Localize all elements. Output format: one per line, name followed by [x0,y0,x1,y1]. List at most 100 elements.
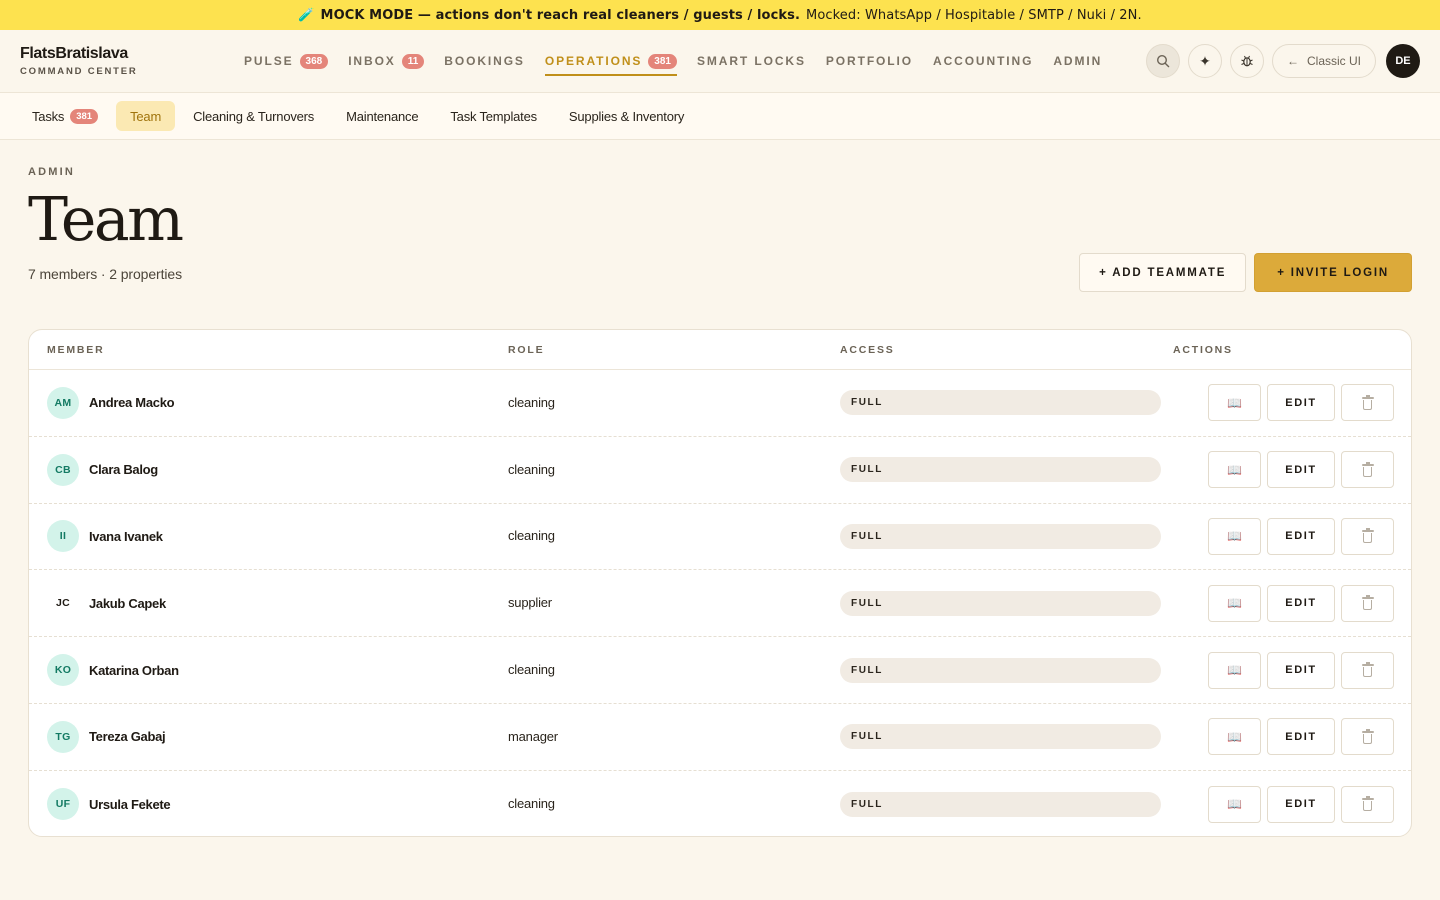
member-name[interactable]: Katarina Orban [89,663,179,678]
book-icon: 📖 [1227,462,1242,477]
guide-button[interactable]: 📖 [1208,384,1261,422]
edit-button[interactable]: EDIT [1267,718,1335,756]
member-name[interactable]: Jakub Capek [89,596,166,611]
bug-report-button[interactable] [1229,44,1264,78]
nav-item-operations[interactable]: OPERATIONS 381 [535,30,687,92]
nav-count-badge: 368 [299,53,329,69]
nav-item-label: OPERATIONS [544,54,643,68]
delete-button[interactable] [1341,451,1394,489]
edit-button[interactable]: EDIT [1267,785,1335,823]
delete-button[interactable] [1341,584,1394,622]
delete-button[interactable] [1341,785,1394,823]
edit-button[interactable]: EDIT [1267,384,1335,422]
row-actions: 📖 EDIT [1208,785,1411,823]
book-icon: 📖 [1227,395,1242,410]
tab-maintenance[interactable]: Maintenance [332,101,432,131]
role-cell: supplier [508,594,840,612]
table-row: AM Andrea Macko cleaning FULL 📖 EDIT [29,370,1411,437]
delete-button[interactable] [1341,517,1394,555]
delete-button[interactable] [1341,384,1394,422]
classic-ui-button[interactable]: ← Classic UI [1271,44,1376,78]
trash-icon [1361,394,1374,410]
tab-team[interactable]: Team [116,101,176,131]
tab-tasks[interactable]: Tasks 381 [18,101,112,131]
nav-item-pulse[interactable]: PULSE 368 [234,30,338,92]
tab-label: Task Templates [450,108,537,124]
member-name[interactable]: Andrea Macko [89,395,175,410]
test-tube-icon: 🧪 [298,7,315,23]
member-name[interactable]: Clara Balog [89,462,158,477]
role-text: cleaning [508,394,555,410]
bug-icon [1241,55,1253,67]
member-avatar: KO [47,654,79,687]
access-cell: FULL [840,590,1173,616]
nav-item-smart-locks[interactable]: SMART LOCKS [687,30,816,92]
tab-label: Team [130,108,162,124]
nav-item-inbox[interactable]: INBOX 11 [338,30,434,92]
tab-label: Cleaning & Turnovers [193,108,315,124]
guide-button[interactable]: 📖 [1208,517,1261,555]
add-teammate-button[interactable]: + ADD TEAMMATE [1079,253,1247,292]
trash-icon [1361,728,1374,744]
edit-button[interactable]: EDIT [1267,651,1335,689]
guide-button[interactable]: 📖 [1208,651,1261,689]
role-cell: cleaning [508,795,840,813]
user-avatar[interactable]: DE [1386,44,1420,78]
guide-button[interactable]: 📖 [1208,718,1261,756]
edit-button[interactable]: EDIT [1267,451,1335,489]
ai-assistant-button[interactable]: ✦ [1187,44,1222,78]
tab-supplies-inventory[interactable]: Supplies & Inventory [555,101,698,131]
top-navigation: FlatsBratislava COMMAND CENTER PULSE 368 I… [0,30,1440,93]
operations-subtabs: Tasks 381 Team Cleaning & Turnovers Maintena… [0,93,1440,140]
nav-item-label: PORTFOLIO [825,54,913,68]
guide-button[interactable]: 📖 [1208,584,1261,622]
page-eyebrow: ADMIN [28,166,76,178]
access-cell: FULL [840,791,1173,817]
access-badge: FULL [840,390,1161,416]
actions-cell: 📖 EDIT [1173,517,1411,555]
role-text: cleaning [508,528,555,544]
actions-cell: 📖 EDIT [1173,651,1411,689]
search-button[interactable] [1145,44,1180,78]
member-avatar: JC [55,597,71,610]
trash-icon [1361,595,1374,611]
delete-button[interactable] [1341,651,1394,689]
brand-subtitle: COMMAND CENTER [20,66,138,77]
tab-label: Supplies & Inventory [568,108,685,124]
arrow-left-icon: ← [1286,54,1299,68]
role-text: cleaning [508,461,555,477]
table-row: II Ivana Ivanek cleaning FULL 📖 EDIT [29,504,1411,571]
access-badge: FULL [840,523,1161,549]
role-cell: cleaning [508,661,840,679]
nav-item-admin[interactable]: ADMIN [1043,30,1112,92]
tab-task-templates[interactable]: Task Templates [436,101,551,131]
member-name[interactable]: Ursula Fekete [89,797,171,812]
row-actions: 📖 EDIT [1208,384,1411,422]
nav-item-accounting[interactable]: ACCOUNTING [923,30,1043,92]
book-icon: 📖 [1227,729,1242,744]
access-cell: FULL [840,657,1173,683]
member-avatar: CB [47,453,79,486]
guide-button[interactable]: 📖 [1208,451,1261,489]
access-cell: FULL [840,724,1173,750]
edit-button[interactable]: EDIT [1267,584,1335,622]
member-name[interactable]: Tereza Gabaj [89,729,166,744]
member-cell: JC Jakub Capek [29,587,508,619]
invite-login-button[interactable]: + INVITE LOGIN [1254,253,1412,292]
nav-item-bookings[interactable]: BOOKINGS [434,30,535,92]
tab-cleaning-turnovers[interactable]: Cleaning & Turnovers [179,101,328,131]
nav-actions: ✦ ← Classic UI DE [1145,44,1420,78]
access-badge: FULL [840,791,1161,817]
edit-button[interactable]: EDIT [1267,517,1335,555]
table-row: KO Katarina Orban cleaning FULL 📖 EDIT [29,637,1411,704]
guide-button[interactable]: 📖 [1208,785,1261,823]
role-cell: cleaning [508,394,840,412]
classic-ui-label: Classic UI [1306,54,1361,68]
column-header-actions: ACTIONS [1173,343,1233,356]
brand[interactable]: FlatsBratislava COMMAND CENTER [20,45,220,77]
nav-item-portfolio[interactable]: PORTFOLIO [816,30,923,92]
column-header-access: ACCESS [840,343,895,356]
delete-button[interactable] [1341,718,1394,756]
page-title: Team [28,185,184,255]
member-name[interactable]: Ivana Ivanek [89,529,163,544]
